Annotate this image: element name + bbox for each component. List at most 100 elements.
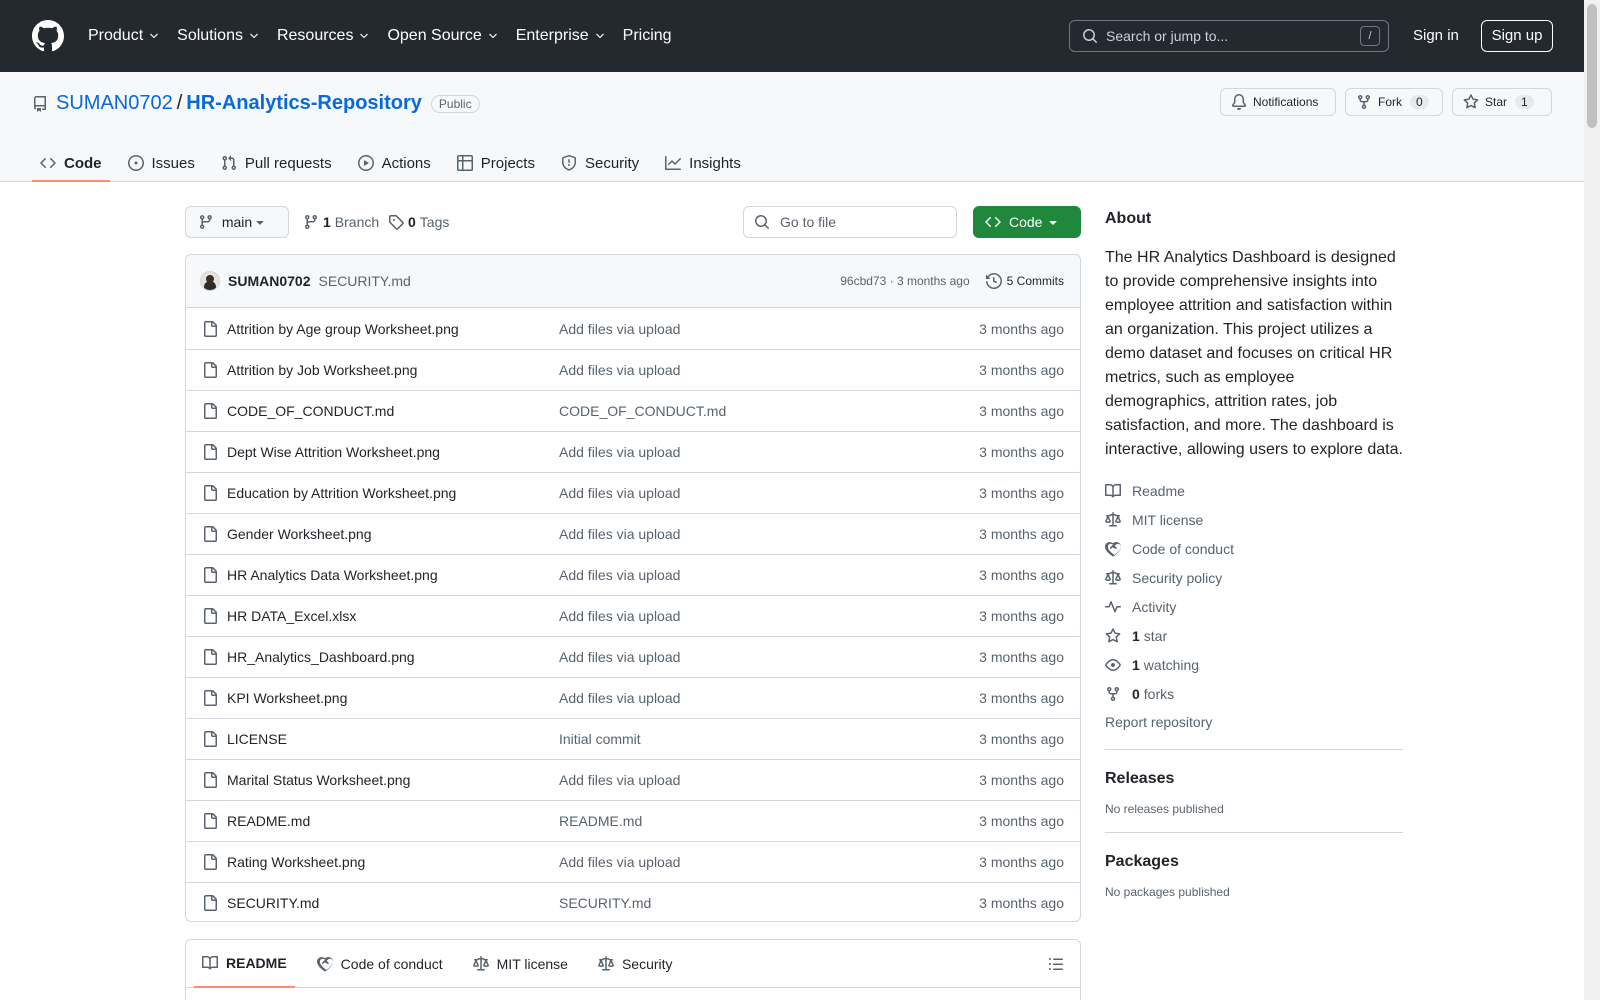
sign-in-link[interactable]: Sign in [1413, 27, 1459, 44]
sidebar-security-policy-link[interactable]: Security policy [1105, 563, 1403, 592]
repo-name-link[interactable]: HR-Analytics-Repository [186, 92, 422, 115]
table-row[interactable]: Attrition by Job Worksheet.png Add files … [186, 349, 1080, 390]
tab-code[interactable]: Code [32, 146, 110, 182]
avatar[interactable] [200, 271, 220, 291]
file-commit-message-link[interactable]: Add files via upload [559, 444, 680, 460]
file-name-link[interactable]: Dept Wise Attrition Worksheet.png [227, 444, 559, 460]
packages-heading[interactable]: Packages [1105, 853, 1403, 871]
file-name-link[interactable]: Attrition by Age group Worksheet.png [227, 321, 559, 337]
github-logo-icon[interactable] [32, 20, 64, 52]
file-commit-message-link[interactable]: Add files via upload [559, 567, 680, 583]
sidebar-stars-link[interactable]: 1 star [1105, 621, 1403, 650]
readme-tab-code-of-conduct[interactable]: Code of conduct [309, 940, 451, 988]
nav-open-source[interactable]: Open Source [387, 27, 498, 45]
tab-insights[interactable]: Insights [657, 146, 749, 180]
branches-link[interactable]: 1 Branch [303, 214, 379, 230]
table-row[interactable]: Marital Status Worksheet.png Add files vi… [186, 759, 1080, 800]
table-row[interactable]: KPI Worksheet.png Add files via upload 3 m… [186, 677, 1080, 718]
table-row[interactable]: Gender Worksheet.png Add files via upload… [186, 513, 1080, 554]
file-commit-message-link[interactable]: Add files via upload [559, 772, 680, 788]
tab-projects[interactable]: Projects [449, 146, 543, 180]
file-name-link[interactable]: Education by Attrition Worksheet.png [227, 485, 559, 501]
sidebar-forks-link[interactable]: 0 forks [1105, 679, 1403, 708]
go-to-file-input[interactable]: Go to file [743, 206, 957, 238]
file-commit-message-link[interactable]: Add files via upload [559, 362, 680, 378]
readme-tab-license[interactable]: MIT license [465, 940, 576, 988]
table-row[interactable]: Dept Wise Attrition Worksheet.png Add fil… [186, 431, 1080, 472]
file-name-link[interactable]: CODE_OF_CONDUCT.md [227, 403, 559, 419]
commit-hash-and-date[interactable]: 96cbd73 · 3 months ago [840, 274, 969, 288]
commit-message-link[interactable]: SECURITY.md [318, 273, 410, 289]
table-row[interactable]: Rating Worksheet.png Add files via upload… [186, 841, 1080, 882]
tab-actions[interactable]: Actions [350, 146, 439, 180]
file-commit-message-link[interactable]: Add files via upload [559, 526, 680, 542]
report-repository-link[interactable]: Report repository [1105, 708, 1403, 737]
tab-pull-requests[interactable]: Pull requests [213, 146, 340, 180]
list-unordered-icon[interactable] [1048, 956, 1064, 972]
search-input[interactable]: Search or jump to... / [1069, 20, 1389, 52]
search-icon [1083, 29, 1097, 43]
file-commit-message-link[interactable]: SECURITY.md [559, 895, 651, 911]
nav-resources[interactable]: Resources [277, 27, 370, 45]
tab-issues[interactable]: Issues [120, 146, 203, 180]
sidebar-activity-link[interactable]: Activity [1105, 592, 1403, 621]
table-row[interactable]: CODE_OF_CONDUCT.md CODE_OF_CONDUCT.md 3 mo… [186, 390, 1080, 431]
file-name-link[interactable]: Marital Status Worksheet.png [227, 772, 559, 788]
fork-button[interactable]: Fork 0 [1345, 88, 1443, 116]
repo-owner-link[interactable]: SUMAN0702 [56, 92, 173, 115]
sign-up-button[interactable]: Sign up [1481, 20, 1553, 52]
table-row[interactable]: README.md README.md 3 months ago [186, 800, 1080, 841]
repository-header: SUMAN0702 / HR-Analytics-Repository Publ… [0, 72, 1584, 182]
file-commit-message-link[interactable]: Add files via upload [559, 690, 680, 706]
file-commit-message-link[interactable]: Add files via upload [559, 649, 680, 665]
nav-enterprise[interactable]: Enterprise [516, 27, 606, 45]
commits-history-link[interactable]: 5 Commits [985, 273, 1064, 289]
table-row[interactable]: HR DATA_Excel.xlsx Add files via upload 3 … [186, 595, 1080, 636]
table-row[interactable]: HR Analytics Data Worksheet.png Add files… [186, 554, 1080, 595]
table-row[interactable]: Education by Attrition Worksheet.png Add … [186, 472, 1080, 513]
file-name-link[interactable]: HR DATA_Excel.xlsx [227, 608, 559, 624]
code-button-label: Code [1009, 214, 1043, 230]
readme-tab-readme[interactable]: README [194, 940, 295, 988]
table-row[interactable]: SECURITY.md SECURITY.md 3 months ago [186, 882, 1080, 921]
sidebar-code-of-conduct-link[interactable]: Code of conduct [1105, 534, 1403, 563]
notifications-button[interactable]: Notifications [1220, 88, 1336, 116]
nav-solutions[interactable]: Solutions [177, 27, 260, 45]
file-name-link[interactable]: README.md [227, 813, 559, 829]
file-commit-message-link[interactable]: CODE_OF_CONDUCT.md [559, 403, 726, 419]
file-icon [204, 854, 217, 870]
branch-selector[interactable]: main [185, 206, 289, 238]
code-download-button[interactable]: Code [973, 206, 1081, 238]
star-button[interactable]: Star 1 [1452, 88, 1552, 116]
file-commit-message-link[interactable]: README.md [559, 813, 642, 829]
tab-security[interactable]: Security [553, 146, 647, 180]
file-name-link[interactable]: SECURITY.md [227, 895, 559, 911]
file-commit-message-link[interactable]: Add files via upload [559, 854, 680, 870]
file-name-link[interactable]: KPI Worksheet.png [227, 690, 559, 706]
releases-heading[interactable]: Releases [1105, 770, 1403, 788]
nav-product[interactable]: Product [88, 27, 160, 45]
readme-tab-security[interactable]: Security [590, 940, 681, 988]
nav-pricing[interactable]: Pricing [623, 27, 672, 45]
page-scrollbar[interactable] [1584, 0, 1600, 1000]
file-name-link[interactable]: Gender Worksheet.png [227, 526, 559, 542]
sidebar-readme-link[interactable]: Readme [1105, 476, 1403, 505]
file-name-link[interactable]: LICENSE [227, 731, 559, 747]
file-name-link[interactable]: HR Analytics Data Worksheet.png [227, 567, 559, 583]
scrollbar-thumb[interactable] [1587, 4, 1597, 128]
tag-icon [389, 215, 404, 230]
file-name-link[interactable]: HR_Analytics_Dashboard.png [227, 649, 559, 665]
tags-link[interactable]: 0 Tags [388, 214, 449, 230]
table-row[interactable]: LICENSE Initial commit 3 months ago [186, 718, 1080, 759]
file-commit-message-link[interactable]: Add files via upload [559, 608, 680, 624]
table-row[interactable]: HR_Analytics_Dashboard.png Add files via … [186, 636, 1080, 677]
file-commit-message-link[interactable]: Initial commit [559, 731, 641, 747]
sidebar-watchers-link[interactable]: 1 watching [1105, 650, 1403, 679]
table-row[interactable]: Attrition by Age group Worksheet.png Add … [186, 308, 1080, 349]
file-commit-message-link[interactable]: Add files via upload [559, 321, 680, 337]
commit-author-link[interactable]: SUMAN0702 [228, 273, 310, 289]
file-commit-message-link[interactable]: Add files via upload [559, 485, 680, 501]
file-name-link[interactable]: Rating Worksheet.png [227, 854, 559, 870]
sidebar-license-link[interactable]: MIT license [1105, 505, 1403, 534]
file-name-link[interactable]: Attrition by Job Worksheet.png [227, 362, 559, 378]
